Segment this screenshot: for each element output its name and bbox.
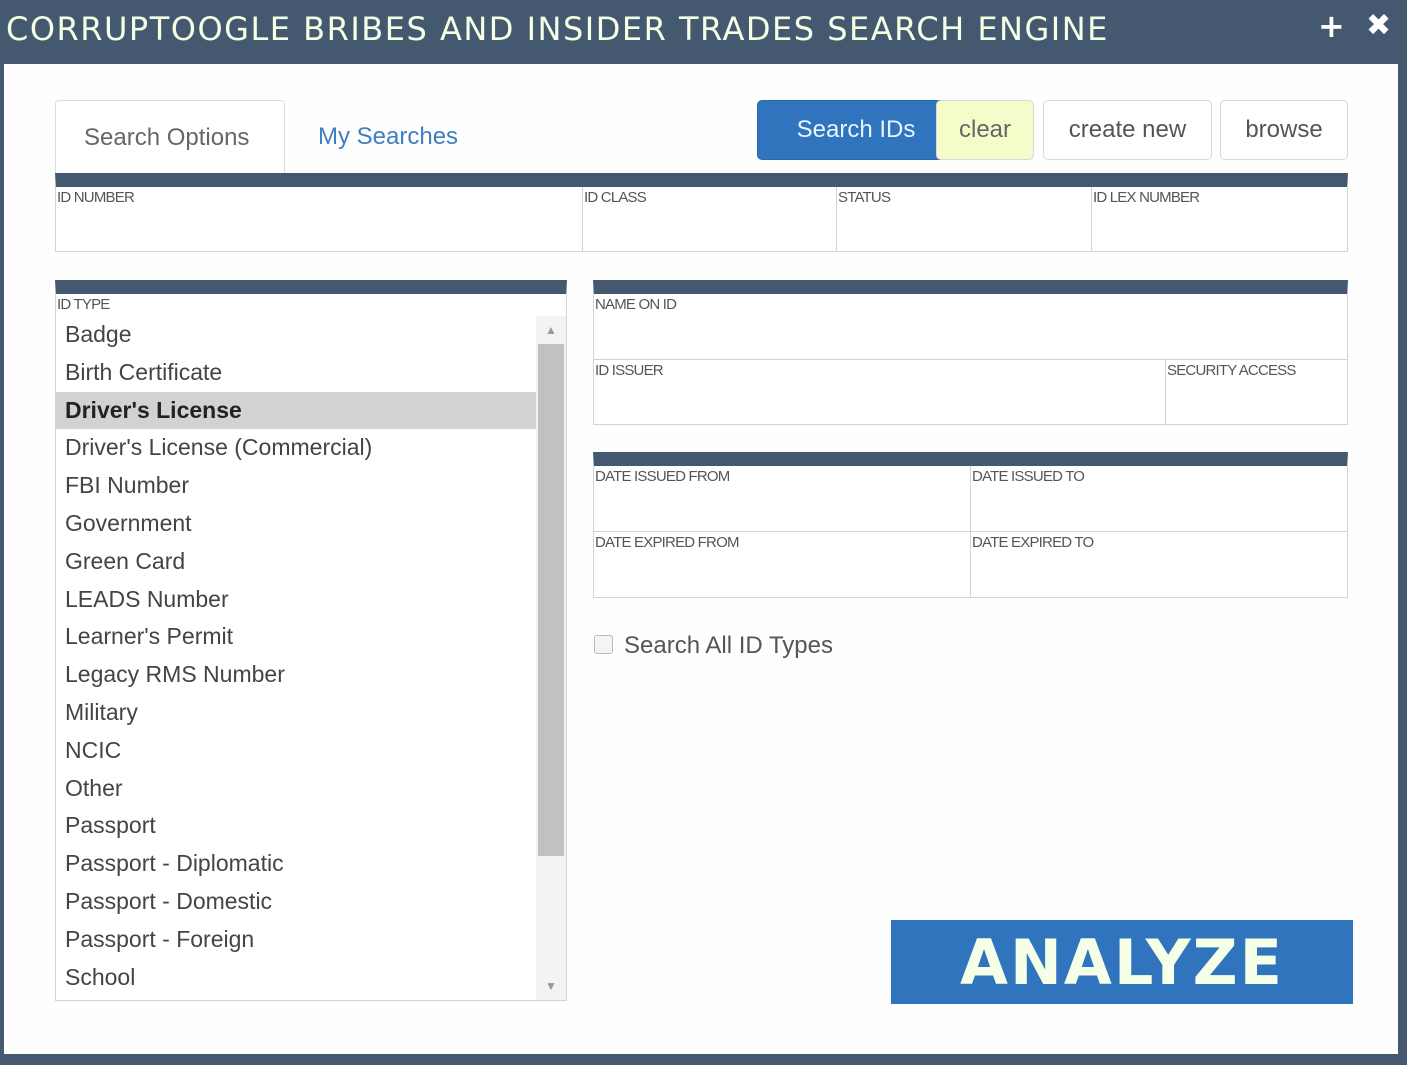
id-type-option[interactable]: Driver's License (Commercial): [56, 429, 536, 467]
date-expired-to-field[interactable]: DATE EXPIRED TO: [971, 532, 1347, 597]
date-expired-from-input[interactable]: [594, 554, 970, 597]
id-type-option[interactable]: Passport - Domestic: [56, 883, 536, 921]
scroll-thumb[interactable]: [538, 344, 564, 856]
date-expired-from-label: DATE EXPIRED FROM: [595, 534, 739, 551]
date-issued-to-field[interactable]: DATE ISSUED TO: [971, 466, 1347, 531]
id-type-option[interactable]: Passport - Foreign: [56, 921, 536, 959]
close-icon[interactable]: ✖: [1366, 8, 1391, 44]
date-expired-to-input[interactable]: [971, 554, 1347, 597]
id-issuer-field[interactable]: ID ISSUER: [594, 360, 1166, 424]
id-type-option[interactable]: NCIC: [56, 732, 536, 770]
security-access-label: SECURITY ACCESS: [1167, 362, 1296, 379]
status-label: STATUS: [838, 189, 891, 206]
window-title: CORRUPTOOGLE BRIBES AND INSIDER TRADES S…: [6, 10, 1109, 48]
date-issued-to-input[interactable]: [971, 488, 1347, 531]
browse-button[interactable]: browse: [1220, 100, 1348, 160]
id-type-option[interactable]: Passport: [56, 807, 536, 845]
search-all-checkbox[interactable]: [594, 635, 613, 654]
id-issuer-input[interactable]: [594, 382, 1165, 424]
id-type-option[interactable]: FBI Number: [56, 467, 536, 505]
id-type-option[interactable]: Passport - Diplomatic: [56, 845, 536, 883]
id-type-option[interactable]: Military: [56, 694, 536, 732]
date-issued-from-input[interactable]: [594, 488, 970, 531]
date-fields-group: DATE ISSUED FROM DATE ISSUED TO DATE EXP…: [593, 452, 1348, 598]
id-class-label: ID CLASS: [584, 189, 647, 206]
date-issued-to-label: DATE ISSUED TO: [972, 468, 1085, 485]
id-lex-number-input[interactable]: [1092, 209, 1347, 251]
id-issuer-label: ID ISSUER: [595, 362, 664, 379]
status-input[interactable]: [837, 209, 1091, 251]
scroll-up-icon[interactable]: ▲: [536, 316, 566, 344]
security-access-input[interactable]: [1166, 382, 1347, 424]
id-class-input[interactable]: [583, 209, 836, 251]
id-type-option[interactable]: Government: [56, 505, 536, 543]
id-type-option[interactable]: School: [56, 959, 536, 997]
id-type-option[interactable]: LEADS Number: [56, 581, 536, 619]
id-number-input[interactable]: [56, 209, 582, 251]
security-access-field[interactable]: SECURITY ACCESS: [1166, 360, 1347, 424]
id-type-option[interactable]: Birth Certificate: [56, 354, 536, 392]
name-on-id-label: NAME ON ID: [595, 296, 677, 313]
status-field[interactable]: STATUS: [837, 187, 1092, 251]
id-type-option[interactable]: Learner's Permit: [56, 618, 536, 656]
name-on-id-field[interactable]: NAME ON ID: [594, 294, 1347, 359]
id-number-label: ID NUMBER: [57, 189, 135, 206]
id-type-option[interactable]: Other: [56, 770, 536, 808]
title-bar: CORRUPTOOGLE BRIBES AND INSIDER TRADES S…: [0, 0, 1407, 62]
id-type-option[interactable]: Driver's License: [56, 391, 536, 430]
date-expired-from-field[interactable]: DATE EXPIRED FROM: [594, 532, 971, 597]
id-lex-number-field[interactable]: ID LEX NUMBER: [1092, 187, 1347, 251]
id-number-field[interactable]: ID NUMBER: [56, 187, 583, 251]
name-on-id-input[interactable]: [594, 316, 1347, 359]
date-expired-to-label: DATE EXPIRED TO: [972, 534, 1094, 551]
id-class-field[interactable]: ID CLASS: [583, 187, 837, 251]
plus-icon[interactable]: +: [1318, 8, 1345, 44]
id-type-list[interactable]: Badge Birth Certificate Driver's License Dr…: [56, 316, 536, 996]
tab-my-searches[interactable]: My Searches: [290, 100, 486, 173]
id-type-option[interactable]: Legacy RMS Number: [56, 656, 536, 694]
id-lex-number-label: ID LEX NUMBER: [1093, 189, 1200, 206]
search-all-label: Search All ID Types: [624, 632, 833, 659]
tab-search-options[interactable]: Search Options: [55, 100, 285, 173]
analyze-button[interactable]: ANALYZE: [891, 920, 1353, 1004]
id-type-scrollbar[interactable]: ▲ ▼: [536, 316, 566, 1000]
create-new-button[interactable]: create new: [1043, 100, 1212, 160]
id-fields-group: ID NUMBER ID CLASS STATUS ID LEX NUMBER: [55, 173, 1348, 252]
search-ids-button[interactable]: Search IDs: [757, 100, 955, 160]
id-type-listbox[interactable]: ID TYPE Badge Birth Certificate Driver's L…: [55, 280, 567, 1001]
date-issued-from-label: DATE ISSUED FROM: [595, 468, 730, 485]
id-type-label: ID TYPE: [57, 296, 110, 313]
clear-button[interactable]: clear: [936, 100, 1034, 160]
scroll-down-icon[interactable]: ▼: [536, 972, 566, 1000]
holder-fields-group: NAME ON ID ID ISSUER SECURITY ACCESS: [593, 280, 1348, 425]
id-type-option[interactable]: Badge: [56, 316, 536, 354]
id-type-option[interactable]: Green Card: [56, 543, 536, 581]
date-issued-from-field[interactable]: DATE ISSUED FROM: [594, 466, 971, 531]
